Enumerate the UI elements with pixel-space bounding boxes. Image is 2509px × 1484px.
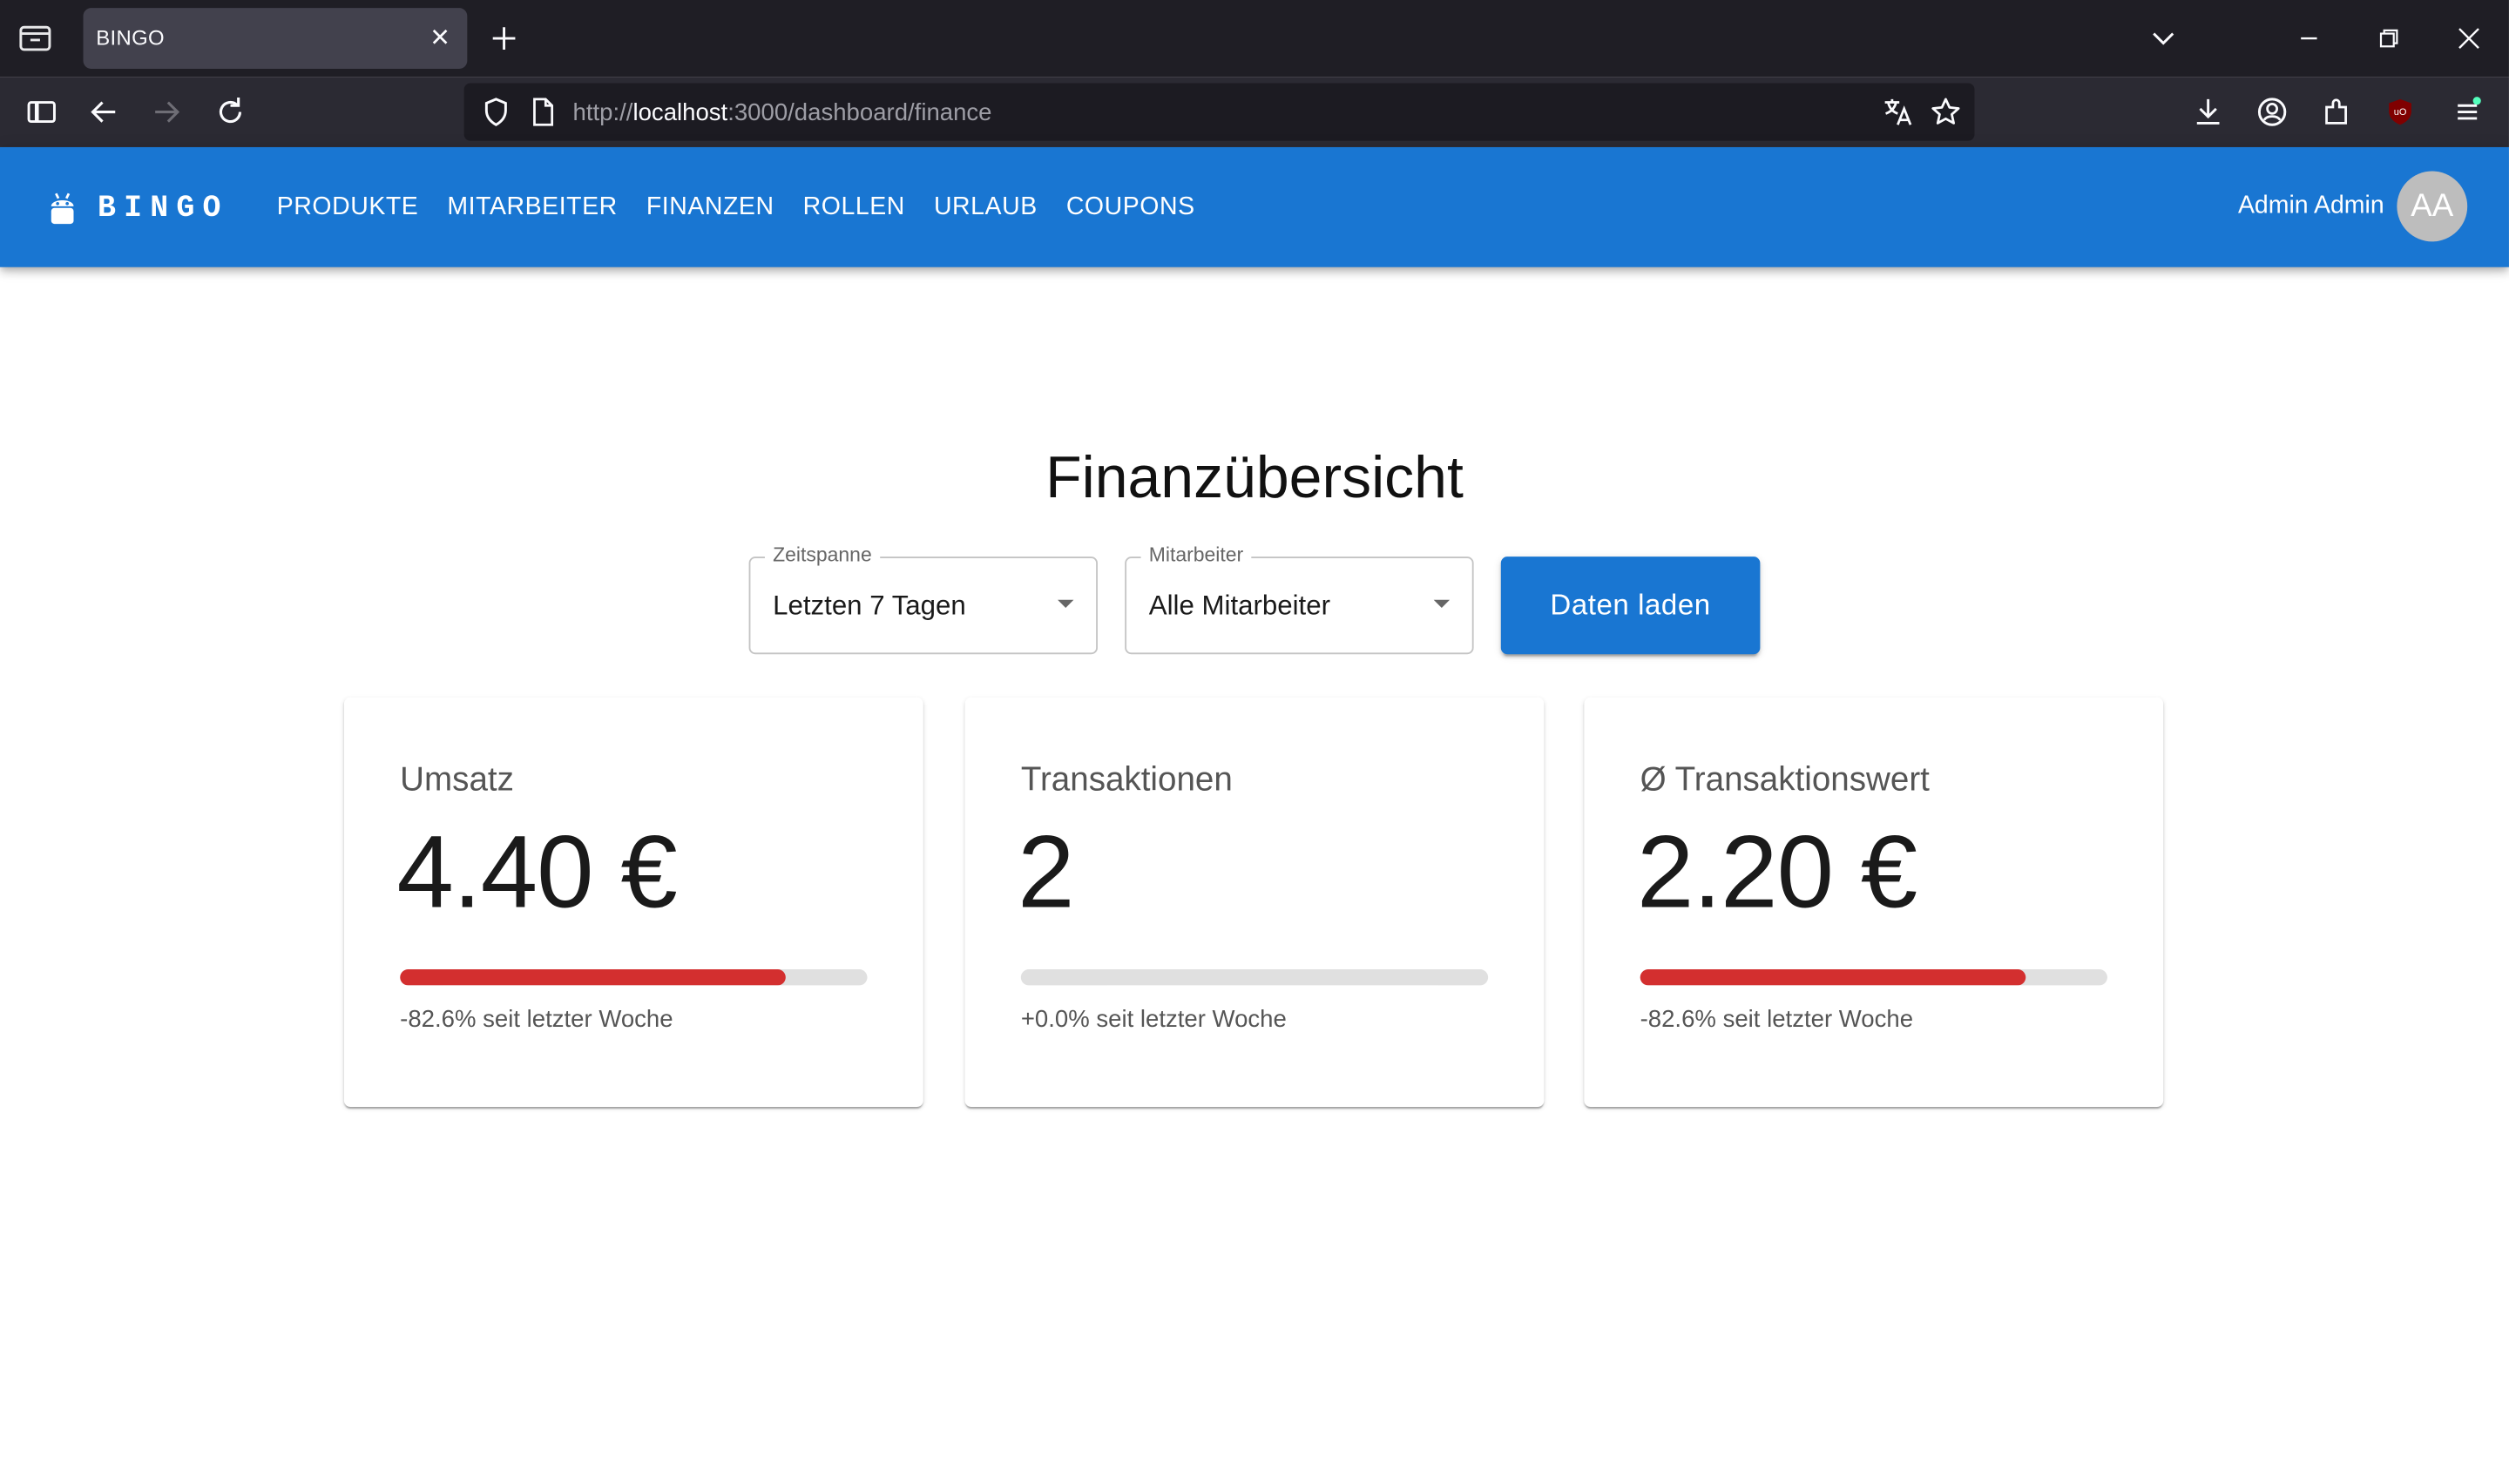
card-change-note: -82.6% seit letzter Woche xyxy=(400,1006,673,1034)
main-menu: PRODUKTE MITARBEITER FINANZEN ROLLEN URL… xyxy=(262,181,1209,235)
account-icon[interactable] xyxy=(2253,93,2291,132)
card-value: 2 xyxy=(1018,813,1074,930)
bookmark-star-icon[interactable] xyxy=(1926,93,1965,132)
url-scheme: http:// xyxy=(572,98,633,127)
android-logo-icon xyxy=(48,191,77,226)
umsatz-card: Umsatz 4.40 € -82.6% seit letzter Woche xyxy=(343,697,923,1107)
avatar[interactable]: AA xyxy=(2397,171,2468,242)
dropdown-arrow-icon xyxy=(1433,599,1451,608)
chevron-down-icon[interactable] xyxy=(2144,19,2182,57)
transaktionen-card: Transaktionen 2 +0.0% seit letzter Woche xyxy=(964,697,1545,1107)
zeitspanne-select[interactable]: Zeitspanne Letzten 7 Tagen xyxy=(748,543,1098,655)
shield-icon[interactable] xyxy=(477,93,515,132)
card-title: Transaktionen xyxy=(1020,761,1233,799)
mitarbeiter-label: Mitarbeiter xyxy=(1140,543,1252,567)
forward-icon[interactable] xyxy=(147,93,186,132)
dropdown-arrow-icon xyxy=(1058,599,1074,608)
zeitspanne-label: Zeitspanne xyxy=(764,543,880,567)
url-host: localhost xyxy=(632,98,728,127)
card-change-note: +0.0% seit letzter Woche xyxy=(1020,1006,1287,1034)
load-data-button[interactable]: Daten laden xyxy=(1500,556,1761,655)
card-change-note: -82.6% seit letzter Woche xyxy=(1640,1006,1914,1034)
svg-text:uO: uO xyxy=(2394,107,2407,118)
card-title: Umsatz xyxy=(400,761,514,799)
menu-item-produkte[interactable]: PRODUKTE xyxy=(262,181,433,235)
new-tab-icon[interactable] xyxy=(486,21,521,56)
sidebar-toggle-icon[interactable] xyxy=(23,93,61,132)
menu-item-coupons[interactable]: COUPONS xyxy=(1052,181,1209,235)
card-value: 2.20 € xyxy=(1636,813,1917,930)
mitarbeiter-value: Alle Mitarbeiter xyxy=(1148,590,1330,621)
minimize-icon[interactable] xyxy=(2289,19,2328,57)
app-header: BINGO PRODUKTE MITARBEITER FINANZEN ROLL… xyxy=(0,146,2509,267)
transaktionswert-card: Ø Transaktionswert 2.20 € -82.6% seit le… xyxy=(1584,697,2164,1107)
browser-nav-bar: http://localhost:3000/dashboard/finance … xyxy=(0,77,2509,147)
translate-icon[interactable] xyxy=(1878,93,1917,132)
menu-item-urlaub[interactable]: URLAUB xyxy=(919,181,1052,235)
menu-icon[interactable] xyxy=(2448,93,2486,132)
tab-title: BINGO xyxy=(96,25,166,50)
url-bar[interactable]: http://localhost:3000/dashboard/finance xyxy=(463,83,1975,141)
menu-item-finanzen[interactable]: FINANZEN xyxy=(632,181,788,235)
tab-list-icon[interactable] xyxy=(13,19,57,57)
close-tab-icon[interactable] xyxy=(427,24,452,50)
progress-bar xyxy=(1020,969,1489,986)
user-name[interactable]: Admin Admin xyxy=(2238,192,2384,220)
progress-fill xyxy=(1640,969,2026,986)
app-logo-text[interactable]: BINGO xyxy=(98,191,229,226)
page-info-icon[interactable] xyxy=(524,93,562,132)
extensions-icon[interactable] xyxy=(2317,93,2356,132)
ublock-icon[interactable]: uO xyxy=(2381,93,2419,132)
progress-bar xyxy=(1640,969,2107,986)
url-path: :3000/dashboard/finance xyxy=(727,98,992,127)
zeitspanne-value: Letzten 7 Tagen xyxy=(773,590,966,621)
progress-bar xyxy=(400,969,868,986)
browser-tab-bar: BINGO xyxy=(0,0,2509,78)
restore-icon[interactable] xyxy=(2370,19,2408,57)
downloads-icon[interactable] xyxy=(2189,93,2228,132)
card-value: 4.40 € xyxy=(396,813,678,930)
back-icon[interactable] xyxy=(85,93,123,132)
close-window-icon[interactable] xyxy=(2450,19,2488,57)
menu-item-rollen[interactable]: ROLLEN xyxy=(788,181,919,235)
progress-fill xyxy=(400,969,787,986)
page-title: Finanzübersicht xyxy=(1045,444,1464,510)
card-title: Ø Transaktionswert xyxy=(1640,761,1930,799)
browser-tab[interactable]: BINGO xyxy=(83,8,468,69)
reload-icon[interactable] xyxy=(211,93,249,132)
menu-item-mitarbeiter[interactable]: MITARBEITER xyxy=(433,181,632,235)
url-text[interactable]: http://localhost:3000/dashboard/finance xyxy=(573,99,992,126)
mitarbeiter-select[interactable]: Mitarbeiter Alle Mitarbeiter xyxy=(1125,543,1474,655)
